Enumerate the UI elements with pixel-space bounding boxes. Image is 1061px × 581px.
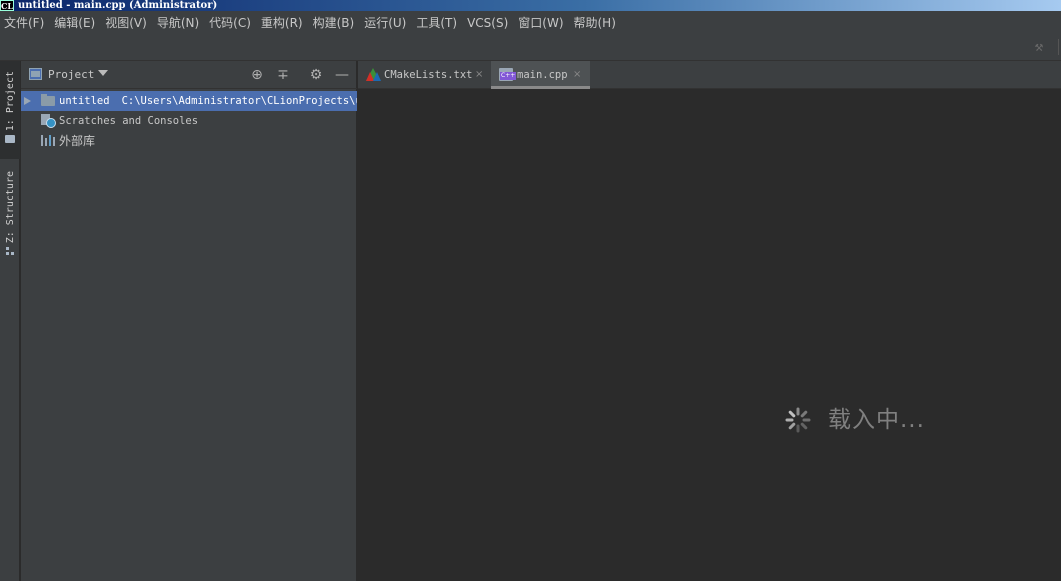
- library-icon: [41, 135, 57, 146]
- tab-cmakelists[interactable]: CMakeLists.txt ×: [358, 61, 490, 89]
- project-view-selector[interactable]: Project: [48, 68, 94, 81]
- project-root-name: untitled: [59, 95, 110, 107]
- menu-refactor[interactable]: 重构(R): [256, 11, 308, 35]
- project-panel-header: Project ⊕ ∓ ⚙ —: [21, 61, 357, 89]
- project-tree: untitled C:\Users\Administrator\CLionProj…: [21, 91, 357, 151]
- tool-tab-structure-label: Z: Structure: [4, 171, 16, 244]
- tool-tab-project-label: 1: Project: [4, 71, 16, 132]
- menu-bar: 文件(F) 编辑(E) 视图(V) 导航(N) 代码(C) 重构(R) 构建(B) 运行(U)…: [0, 11, 1061, 35]
- cmake-icon: [366, 68, 381, 81]
- folder-icon: [5, 135, 15, 144]
- gear-icon[interactable]: ⚙: [308, 67, 324, 83]
- menu-help[interactable]: 帮助(H): [569, 11, 621, 35]
- menu-run[interactable]: 运行(U): [359, 11, 411, 35]
- locate-icon[interactable]: ⊕: [249, 67, 265, 83]
- window-title: untitled - main.cpp (Administrator): [18, 0, 218, 11]
- close-icon[interactable]: ×: [475, 61, 483, 89]
- tree-row-external-libraries[interactable]: 外部库: [21, 131, 357, 151]
- tab-cmakelists-label: CMakeLists.txt: [384, 69, 473, 81]
- collapse-all-icon[interactable]: ∓: [275, 67, 291, 83]
- main-toolbar: ⚒: [0, 35, 1061, 61]
- tool-tab-project[interactable]: 1: Project: [0, 61, 20, 159]
- expand-arrow-icon[interactable]: [24, 97, 31, 105]
- menu-navigate[interactable]: 导航(N): [152, 11, 204, 35]
- menu-file[interactable]: 文件(F): [0, 11, 49, 35]
- spinner-icon: [785, 407, 811, 433]
- tab-main-cpp-label: main.cpp: [517, 69, 568, 81]
- toolbar-separator: [1058, 39, 1059, 55]
- menu-build[interactable]: 构建(B): [308, 11, 360, 35]
- minimize-icon[interactable]: —: [334, 67, 350, 83]
- chevron-down-icon[interactable]: [98, 70, 108, 76]
- editor-tab-bar: CMakeLists.txt × main.cpp ×: [358, 61, 1061, 89]
- project-tool-window: Project ⊕ ∓ ⚙ — untitled C:\Users\Adminis…: [21, 61, 357, 581]
- tree-row-scratches[interactable]: Scratches and Consoles: [21, 111, 357, 131]
- cpp-file-icon: [499, 68, 517, 81]
- tool-tab-structure[interactable]: Z: Structure: [0, 167, 20, 267]
- menu-tools[interactable]: 工具(T): [411, 11, 462, 35]
- loading-text: 载入中...: [828, 407, 925, 433]
- project-view-icon: [29, 68, 42, 80]
- hammer-icon[interactable]: ⚒: [1031, 39, 1047, 55]
- scratches-icon: [41, 114, 57, 128]
- menu-code[interactable]: 代码(C): [204, 11, 256, 35]
- left-tool-strip: 1: Project Z: Structure: [0, 61, 20, 581]
- structure-icon: [6, 247, 14, 256]
- folder-icon: [41, 94, 55, 106]
- close-icon[interactable]: ×: [573, 61, 581, 89]
- project-root-path: C:\Users\Administrator\CLionProjects\un: [121, 95, 357, 107]
- window-title-bar[interactable]: CL untitled - main.cpp (Administrator): [0, 0, 1061, 11]
- menu-edit[interactable]: 编辑(E): [49, 11, 100, 35]
- menu-vcs[interactable]: VCS(S): [462, 11, 513, 35]
- menu-window[interactable]: 窗口(W): [513, 11, 568, 35]
- scratches-label: Scratches and Consoles: [59, 115, 199, 127]
- clion-app-icon: CL: [0, 0, 14, 11]
- tree-row-root[interactable]: untitled C:\Users\Administrator\CLionProj…: [21, 91, 357, 111]
- menu-view[interactable]: 视图(V): [100, 11, 152, 35]
- tab-main-cpp[interactable]: main.cpp ×: [491, 61, 590, 89]
- editor-area[interactable]: 载入中...: [358, 90, 1061, 581]
- external-libraries-label: 外部库: [59, 134, 96, 148]
